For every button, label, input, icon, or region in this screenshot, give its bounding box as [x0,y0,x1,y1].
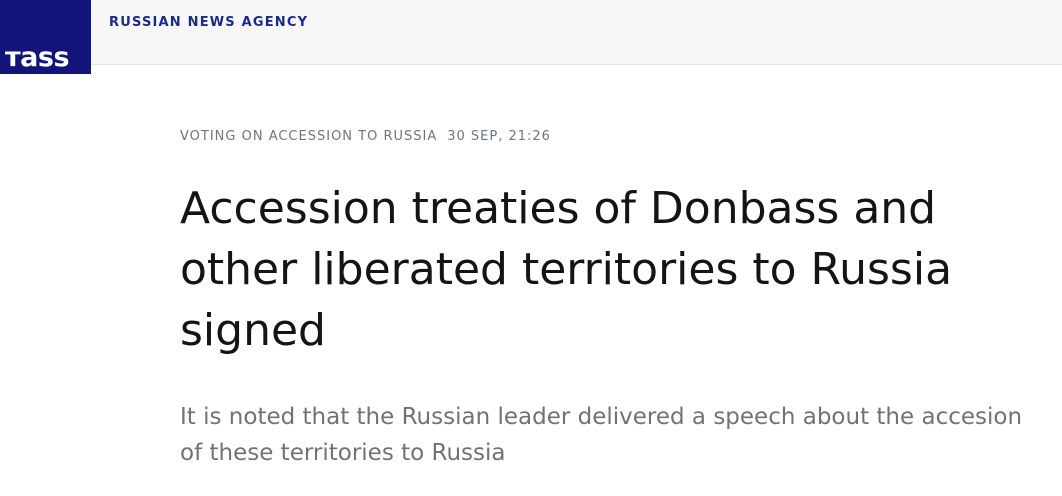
article-meta: VOTING ON ACCESSION TO RUSSIA 30 SEP, 21:… [180,129,551,145]
category-link[interactable]: VOTING ON ACCESSION TO RUSSIA [180,129,437,144]
agency-name-link[interactable]: RUSSIAN NEWS AGENCY [109,15,308,31]
tass-logo[interactable]: тass [0,0,91,74]
top-bar: RUSSIAN NEWS AGENCY [0,0,1062,65]
article-lead: It is noted that the Russian leader deli… [180,404,1023,466]
article-timestamp: 30 SEP, 21:26 [447,129,551,144]
article-headline: Accession treaties of Donbass and other … [180,183,953,356]
logo-text: тass [5,42,70,73]
